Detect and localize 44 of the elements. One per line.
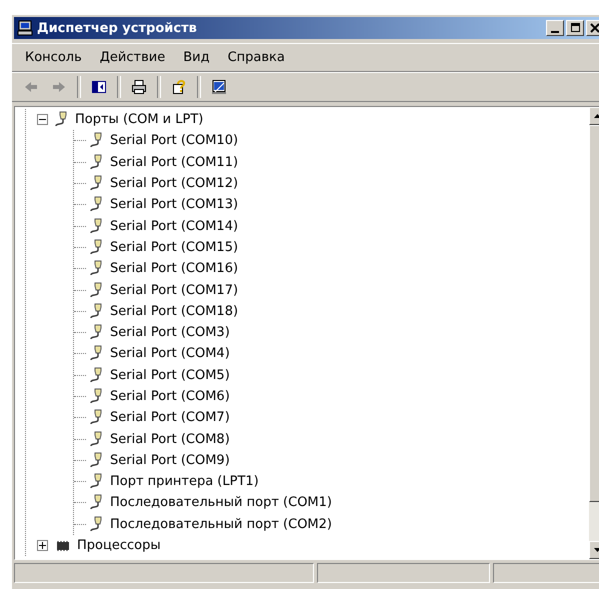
tree-item[interactable]: Serial Port (COM9): [108, 452, 232, 468]
tree-item[interactable]: Serial Port (COM5): [108, 368, 232, 383]
printer-icon: [131, 79, 147, 95]
tree-item[interactable]: Serial Port (COM17): [108, 282, 240, 298]
back-arrow-icon: [23, 79, 39, 95]
monitor-scan-icon: [211, 79, 227, 95]
menu-item[interactable]: Действие: [92, 48, 172, 67]
tree-item[interactable]: Порты (COM и LPT): [73, 112, 206, 128]
collapse-toggle[interactable]: [37, 114, 48, 126]
minimize-button[interactable]: [546, 20, 564, 36]
tree-item[interactable]: Serial Port (COM11): [108, 154, 240, 170]
tree-item[interactable]: Процессоры: [75, 538, 163, 554]
maximize-button[interactable]: [566, 20, 584, 36]
panel-icon: [91, 79, 107, 95]
tree-item[interactable]: Serial Port (COM7): [108, 410, 232, 426]
tree-item[interactable]: Serial Port (COM4): [108, 346, 232, 362]
tree-item[interactable]: Serial Port (COM14): [108, 218, 240, 234]
computer-icon: [17, 20, 33, 36]
help-icon: [171, 79, 187, 95]
tree-item[interactable]: Порт принтера (LPT1): [108, 474, 261, 490]
window-title: Диспетчер устройств: [37, 20, 198, 36]
tree-item[interactable]: Serial Port (COM12): [108, 176, 240, 192]
menu-item[interactable]: Справка: [220, 48, 292, 67]
tree-item[interactable]: Последовательный порт (COM1): [108, 495, 334, 510]
expand-toggle[interactable]: [37, 540, 48, 552]
tree-item[interactable]: Serial Port (COM8): [108, 432, 232, 447]
forward-arrow-icon: [51, 79, 67, 95]
plus-icon: [39, 542, 46, 550]
tree-item[interactable]: Serial Port (COM10): [108, 133, 240, 148]
up-triangle-icon: [594, 114, 599, 118]
tree-item[interactable]: Serial Port (COM18): [108, 304, 240, 319]
close-icon: [590, 23, 599, 33]
down-triangle-icon: [594, 548, 599, 552]
minimize-icon: [551, 30, 559, 32]
tree-item[interactable]: Serial Port (COM16): [108, 261, 240, 276]
tree-item[interactable]: Последовательный порт (COM2): [108, 516, 334, 532]
tree-item[interactable]: Serial Port (COM15): [108, 240, 240, 255]
tree-item[interactable]: Serial Port (COM6): [108, 389, 232, 404]
menu-item[interactable]: Вид: [176, 48, 217, 67]
close-button[interactable]: [586, 20, 599, 36]
tree-item[interactable]: Serial Port (COM3): [108, 325, 232, 340]
tree-item[interactable]: Serial Port (COM13): [108, 197, 240, 212]
menu-item[interactable]: Консоль: [18, 48, 89, 67]
maximize-icon: [570, 23, 580, 33]
